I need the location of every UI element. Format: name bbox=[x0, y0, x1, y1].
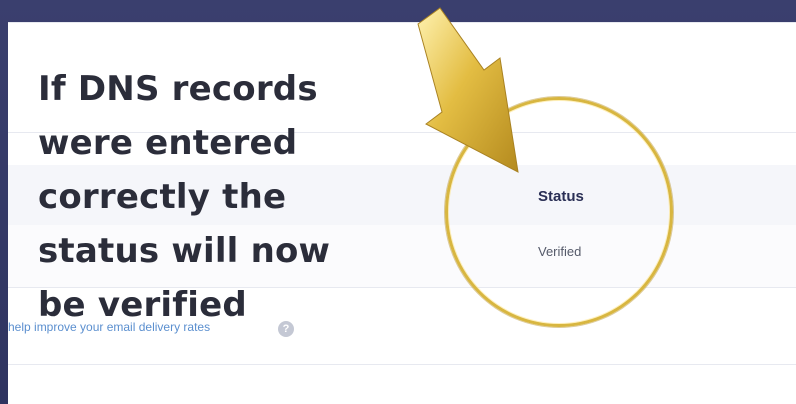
status-column-header: Status bbox=[538, 188, 584, 205]
divider bbox=[8, 364, 796, 365]
divider bbox=[8, 22, 796, 23]
status-value: Verified bbox=[538, 244, 582, 259]
app-screenshot: Status Verified help improve your email … bbox=[8, 22, 796, 404]
caption-line: correctly the bbox=[38, 177, 287, 217]
caption-line: be verified bbox=[38, 285, 247, 325]
instruction-caption: If DNS records were entered correctly th… bbox=[38, 62, 398, 332]
caption-line: If DNS records bbox=[38, 69, 318, 109]
caption-line: were entered bbox=[38, 123, 298, 163]
caption-line: status will now bbox=[38, 231, 331, 271]
